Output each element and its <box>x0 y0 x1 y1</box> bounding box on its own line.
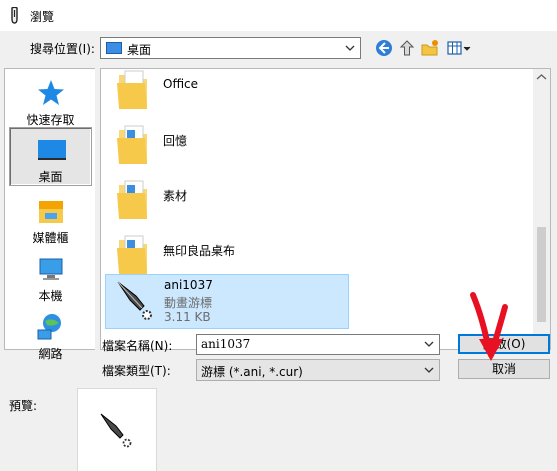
place-label: 桌面 <box>38 170 63 184</box>
places-bar: 快速存取 桌面 媒體櫃 本機 網路 <box>4 68 95 361</box>
dialog-body: 搜尋位置(I): 桌面 快速存取 桌面 媒體櫃 本機 網路 Office 回憶 … <box>0 31 557 471</box>
back-arrow-icon[interactable] <box>374 38 394 58</box>
computer-icon <box>39 258 63 280</box>
place-label: 網路 <box>38 347 63 361</box>
file-name: 素材 <box>163 189 188 203</box>
filename-value: ani1037 <box>201 337 251 351</box>
cursor-preview-icon <box>100 413 132 448</box>
filetype-combo[interactable]: 游標 (*.ani, *.cur) <box>196 359 440 381</box>
chevron-down-icon[interactable] <box>422 337 436 351</box>
place-label: 本機 <box>38 289 63 303</box>
look-in-label: 搜尋位置(I): <box>30 42 95 56</box>
folder-icon <box>117 125 147 164</box>
chevron-down-icon[interactable] <box>422 363 436 377</box>
list-item[interactable]: 回憶 <box>105 118 345 173</box>
scroll-up-icon[interactable] <box>533 69 550 86</box>
star-icon <box>38 80 64 105</box>
chevron-down-icon[interactable] <box>343 41 357 55</box>
filename-input[interactable]: ani1037 <box>196 334 440 355</box>
filetype-label: 檔案類型(T): <box>102 364 171 378</box>
place-network[interactable]: 網路 <box>9 305 92 364</box>
annotation-arrow-icon <box>470 292 508 361</box>
file-name: 回憶 <box>163 134 188 148</box>
folder-icon <box>117 180 147 219</box>
folder-icon <box>117 235 147 274</box>
view-menu-icon[interactable] <box>446 38 472 58</box>
place-desktop[interactable]: 桌面 <box>9 127 92 186</box>
place-label: 快速存取 <box>26 113 75 127</box>
vertical-scrollbar[interactable] <box>533 69 550 349</box>
list-item-selected[interactable]: ani1037 動畫游標 3.11 KB <box>105 274 349 329</box>
network-icon <box>37 314 61 340</box>
file-size: 3.11 KB <box>164 310 211 324</box>
desktop-icon <box>38 140 66 160</box>
up-folder-icon[interactable] <box>397 38 417 58</box>
list-item[interactable]: 素材 <box>105 173 345 228</box>
window-title: 瀏覽 <box>30 10 55 24</box>
new-folder-icon[interactable] <box>420 38 440 58</box>
look-in-combo[interactable]: 桌面 <box>100 37 361 59</box>
file-name: 無印良品桌布 <box>163 244 236 258</box>
cursor-file-icon <box>117 281 152 320</box>
libraries-icon <box>39 201 63 223</box>
title-bar[interactable]: 瀏覽 <box>0 0 557 31</box>
folder-icon <box>117 70 147 109</box>
file-name: Office <box>163 77 199 91</box>
app-icon <box>11 7 18 24</box>
list-item[interactable]: Office <box>105 69 345 118</box>
preview-pane <box>77 388 157 471</box>
file-kind: 動畫游標 <box>164 296 213 310</box>
file-name: ani1037 <box>164 278 213 292</box>
place-this-pc[interactable]: 本機 <box>9 247 92 306</box>
preview-label: 預覽: <box>9 399 38 413</box>
filename-label: 檔案名稱(N): <box>102 339 173 353</box>
filetype-value: 游標 (*.ani, *.cur) <box>201 365 303 379</box>
place-label: 媒體櫃 <box>32 231 69 245</box>
scrollbar-thumb[interactable] <box>537 227 546 322</box>
place-libraries[interactable]: 媒體櫃 <box>9 189 92 248</box>
look-in-value: 桌面 <box>127 43 152 57</box>
desktop-icon <box>106 42 122 54</box>
place-quick-access[interactable]: 快速存取 <box>9 71 92 130</box>
